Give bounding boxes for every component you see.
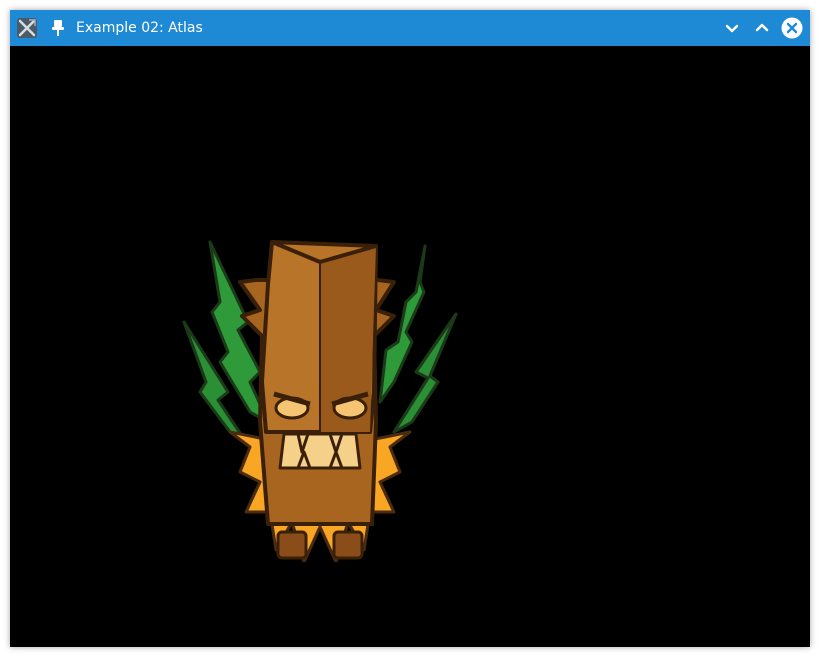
maximize-button[interactable] bbox=[751, 17, 773, 39]
title-bar[interactable]: Example 02: Atlas bbox=[10, 10, 810, 46]
tiki-head bbox=[238, 240, 396, 526]
minimize-button[interactable] bbox=[721, 17, 743, 39]
tiki-mouth bbox=[278, 432, 362, 470]
app-window: Example 02: Atlas bbox=[10, 10, 810, 647]
tiki-mask-sprite bbox=[182, 240, 458, 562]
app-icon[interactable] bbox=[16, 17, 38, 39]
chevron-up-icon bbox=[755, 23, 769, 32]
pin-icon[interactable] bbox=[50, 19, 66, 37]
close-button[interactable] bbox=[781, 17, 803, 39]
chevron-down-icon bbox=[725, 24, 739, 33]
render-canvas[interactable] bbox=[10, 46, 810, 647]
window-title: Example 02: Atlas bbox=[76, 20, 203, 36]
